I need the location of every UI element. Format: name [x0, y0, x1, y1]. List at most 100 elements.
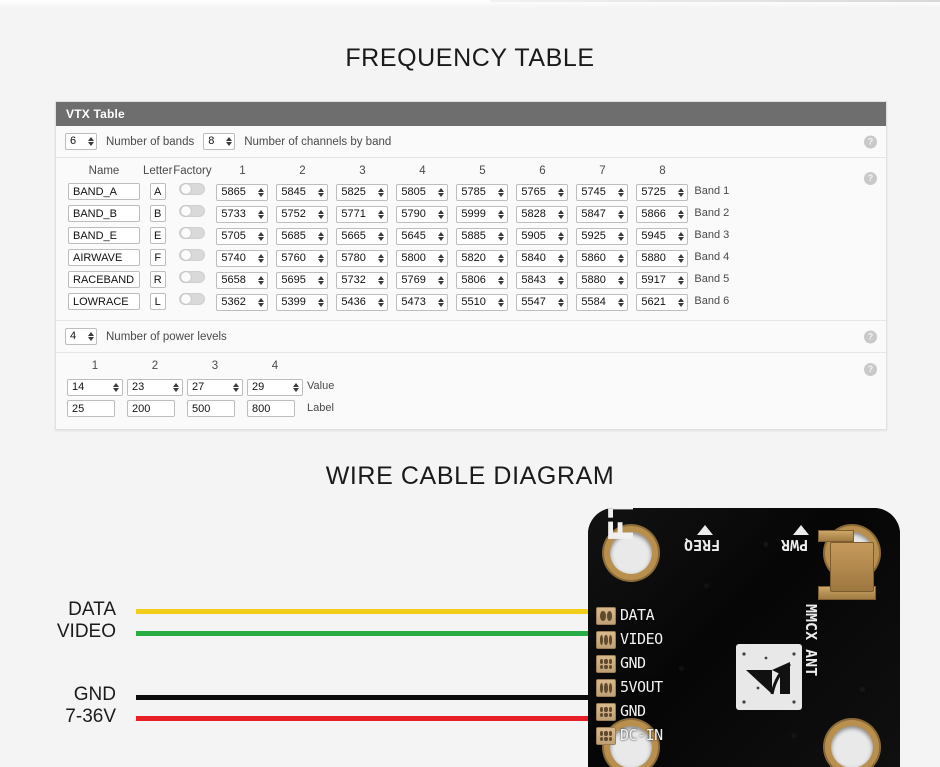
frequency-input[interactable]: [577, 251, 617, 266]
band-letter-input[interactable]: [150, 249, 166, 266]
frequency-stepper[interactable]: [576, 294, 628, 311]
stepper-arrows[interactable]: [317, 207, 327, 222]
stepper-arrows[interactable]: [677, 207, 687, 222]
power-value-stepper[interactable]: [127, 379, 183, 396]
frequency-stepper[interactable]: [396, 272, 448, 289]
stepper-arrows[interactable]: [437, 185, 447, 200]
power-value-stepper[interactable]: [67, 379, 123, 396]
band-name-input[interactable]: [68, 293, 140, 310]
help-icon[interactable]: ?: [864, 172, 877, 185]
band-letter-input[interactable]: [150, 183, 166, 200]
stepper-arrows[interactable]: [437, 207, 447, 222]
stepper-arrows[interactable]: [291, 380, 302, 395]
frequency-input[interactable]: [637, 229, 677, 244]
frequency-input[interactable]: [577, 185, 617, 200]
frequency-input[interactable]: [337, 207, 377, 222]
stepper-arrows[interactable]: [317, 273, 327, 288]
power-value-input[interactable]: [128, 380, 171, 395]
factory-toggle[interactable]: [179, 183, 205, 195]
band-letter-input[interactable]: [150, 227, 166, 244]
power-value-stepper[interactable]: [247, 379, 303, 396]
band-name-input[interactable]: [68, 183, 140, 200]
frequency-input[interactable]: [577, 273, 617, 288]
frequency-stepper[interactable]: [516, 184, 568, 201]
stepper-arrows[interactable]: [111, 380, 122, 395]
stepper-arrows[interactable]: [677, 251, 687, 266]
frequency-input[interactable]: [277, 229, 317, 244]
stepper-arrows[interactable]: [377, 251, 387, 266]
frequency-stepper[interactable]: [456, 184, 508, 201]
frequency-stepper[interactable]: [276, 184, 328, 201]
frequency-stepper[interactable]: [576, 272, 628, 289]
frequency-stepper[interactable]: [216, 206, 268, 223]
frequency-input[interactable]: [217, 251, 257, 266]
factory-toggle[interactable]: [179, 249, 205, 261]
stepper-arrows[interactable]: [437, 229, 447, 244]
stepper-arrows[interactable]: [677, 229, 687, 244]
stepper-arrows[interactable]: [317, 251, 327, 266]
frequency-input[interactable]: [337, 295, 377, 310]
band-letter-input[interactable]: [150, 205, 166, 222]
number-of-bands-input[interactable]: [66, 134, 87, 149]
number-of-power-levels-input[interactable]: [66, 329, 87, 344]
frequency-stepper[interactable]: [456, 250, 508, 267]
frequency-stepper[interactable]: [276, 272, 328, 289]
stepper-arrows[interactable]: [617, 229, 627, 244]
stepper-arrows[interactable]: [257, 295, 267, 310]
help-icon[interactable]: ?: [864, 330, 877, 343]
frequency-input[interactable]: [277, 273, 317, 288]
frequency-stepper[interactable]: [456, 272, 508, 289]
frequency-input[interactable]: [457, 251, 497, 266]
frequency-stepper[interactable]: [636, 184, 688, 201]
power-value-input[interactable]: [188, 380, 231, 395]
frequency-input[interactable]: [217, 229, 257, 244]
frequency-stepper[interactable]: [636, 272, 688, 289]
frequency-stepper[interactable]: [396, 206, 448, 223]
stepper-arrows[interactable]: [497, 207, 507, 222]
frequency-input[interactable]: [217, 207, 257, 222]
frequency-stepper[interactable]: [276, 206, 328, 223]
stepper-arrows[interactable]: [257, 185, 267, 200]
power-label-input[interactable]: [127, 400, 175, 417]
frequency-input[interactable]: [517, 295, 557, 310]
frequency-stepper[interactable]: [576, 250, 628, 267]
frequency-input[interactable]: [337, 273, 377, 288]
frequency-stepper[interactable]: [216, 294, 268, 311]
frequency-stepper[interactable]: [276, 294, 328, 311]
frequency-input[interactable]: [517, 273, 557, 288]
band-name-input[interactable]: [68, 205, 140, 222]
frequency-input[interactable]: [517, 185, 557, 200]
stepper-arrows[interactable]: [437, 273, 447, 288]
band-name-input[interactable]: [68, 227, 140, 244]
frequency-stepper[interactable]: [336, 294, 388, 311]
frequency-input[interactable]: [217, 185, 257, 200]
frequency-stepper[interactable]: [636, 250, 688, 267]
stepper-arrows[interactable]: [377, 273, 387, 288]
frequency-stepper[interactable]: [216, 272, 268, 289]
help-icon[interactable]: ?: [864, 363, 877, 376]
frequency-input[interactable]: [277, 295, 317, 310]
frequency-stepper[interactable]: [216, 184, 268, 201]
frequency-stepper[interactable]: [336, 206, 388, 223]
stepper-arrows[interactable]: [617, 251, 627, 266]
factory-toggle[interactable]: [179, 293, 205, 305]
power-value-input[interactable]: [248, 380, 291, 395]
frequency-input[interactable]: [397, 273, 437, 288]
frequency-stepper[interactable]: [336, 228, 388, 245]
stepper-arrows[interactable]: [437, 295, 447, 310]
frequency-stepper[interactable]: [396, 184, 448, 201]
frequency-input[interactable]: [637, 273, 677, 288]
stepper-arrows[interactable]: [377, 207, 387, 222]
factory-toggle[interactable]: [179, 271, 205, 283]
frequency-stepper[interactable]: [336, 250, 388, 267]
frequency-input[interactable]: [277, 251, 317, 266]
frequency-input[interactable]: [637, 185, 677, 200]
stepper-arrows[interactable]: [677, 185, 687, 200]
frequency-stepper[interactable]: [456, 294, 508, 311]
frequency-input[interactable]: [577, 295, 617, 310]
stepper-arrows[interactable]: [257, 273, 267, 288]
frequency-stepper[interactable]: [456, 206, 508, 223]
stepper-arrows[interactable]: [617, 273, 627, 288]
stepper-arrows[interactable]: [317, 295, 327, 310]
stepper-arrows[interactable]: [257, 229, 267, 244]
